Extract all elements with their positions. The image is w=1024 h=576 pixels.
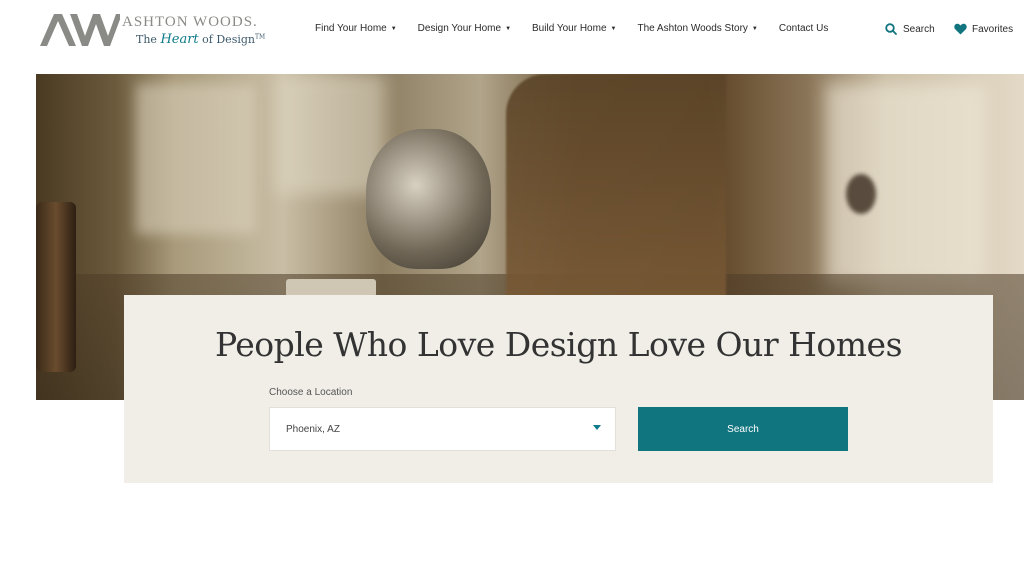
nav-contact-us[interactable]: Contact Us [779, 23, 828, 34]
hero-headline: People Who Love Design Love Our Homes [214, 325, 903, 364]
caret-down-icon: ▼ [390, 25, 397, 32]
nav-label: Find Your Home [315, 23, 387, 34]
favorites-link-label: Favorites [972, 23, 1014, 35]
location-search-button[interactable]: Search [638, 407, 848, 451]
caret-down-icon: ▼ [505, 25, 512, 32]
hero-kettle [366, 129, 491, 269]
hero-window-light [136, 84, 256, 234]
brand-tagline: The Heart of DesignTM [136, 32, 265, 47]
caret-down-icon: ▼ [610, 25, 617, 32]
location-select-value: Phoenix, AZ [286, 423, 340, 435]
header-search-link[interactable]: Search [885, 23, 935, 35]
brand-name: ASHTON WOODS. [122, 14, 258, 30]
nav-build-your-home[interactable]: Build Your Home ▼ [532, 23, 616, 34]
location-label: Choose a Location [269, 387, 353, 398]
tagline-pre: The [136, 33, 161, 46]
location-select[interactable]: Phoenix, AZ [269, 407, 616, 451]
ashton-woods-logo[interactable]: ASHTON WOODS. The Heart of DesignTM [40, 12, 265, 50]
hero-background-person [846, 174, 876, 214]
nav-design-your-home[interactable]: Design Your Home ▼ [418, 23, 511, 34]
nav-label: The Ashton Woods Story [637, 23, 748, 34]
tagline-trademark: TM [254, 33, 266, 41]
heart-icon [954, 23, 967, 35]
search-icon [885, 23, 897, 35]
nav-label: Contact Us [778, 23, 829, 34]
site-header: ASHTON WOODS. The Heart of DesignTM Find… [0, 0, 1024, 62]
nav-label: Build Your Home [532, 23, 607, 34]
nav-label: Design Your Home [417, 23, 502, 34]
chevron-down-icon [593, 425, 601, 430]
nav-find-your-home[interactable]: Find Your Home ▼ [315, 23, 397, 34]
tagline-post: of Design [198, 33, 255, 46]
hero-coffee-jar [36, 202, 76, 372]
main-nav: Find Your Home ▼ Design Your Home ▼ Build … [315, 23, 849, 34]
caret-down-icon: ▼ [751, 25, 758, 32]
header-favorites-link[interactable]: Favorites [954, 23, 1013, 35]
hero-person [506, 74, 726, 304]
search-link-label: Search [903, 23, 935, 35]
location-search-panel: People Who Love Design Love Our Homes Ch… [124, 295, 993, 483]
tagline-heart: Heart [160, 32, 199, 47]
aw-monogram-icon [40, 14, 120, 46]
nav-ashton-woods-story[interactable]: The Ashton Woods Story ▼ [637, 23, 757, 34]
